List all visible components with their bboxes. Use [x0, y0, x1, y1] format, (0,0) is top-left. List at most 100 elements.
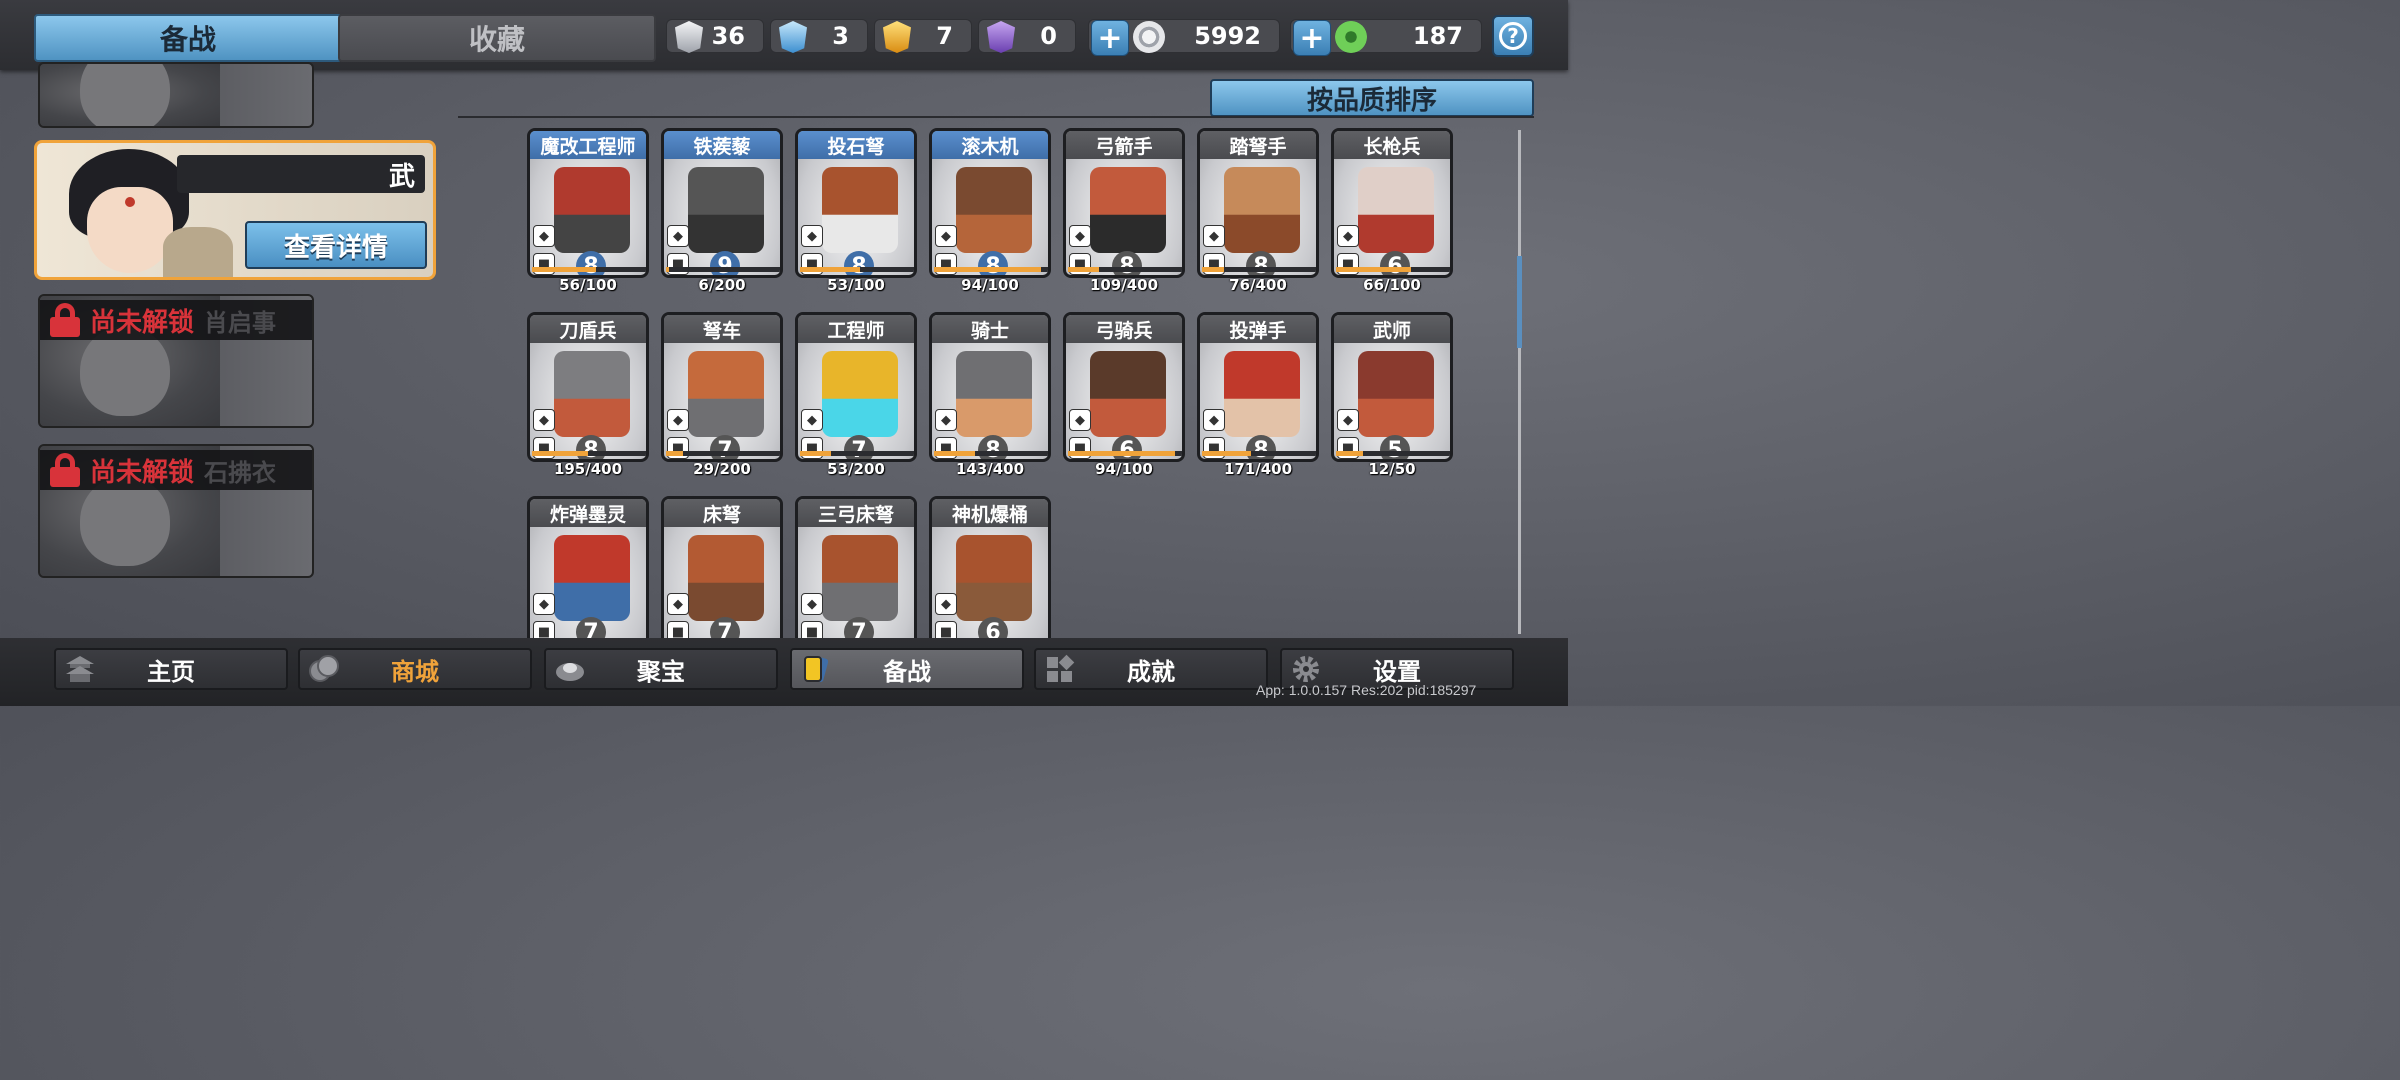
top-bar: 备战 收藏 36 3 7 0 + 5992 + 187 ? — [0, 0, 1568, 70]
unit-card[interactable]: 踏弩手 ◆ ■ 8 — [1197, 128, 1319, 278]
unit-level: 8 — [576, 435, 606, 459]
silver-gem-icon — [675, 21, 703, 53]
unit-name: 弓箭手 — [1066, 131, 1182, 159]
unit-name: 骑士 — [932, 315, 1048, 343]
sort-by-quality-button[interactable]: 按品质排序 — [1210, 79, 1534, 117]
blue-gem-icon — [779, 21, 807, 53]
unit-level: 7 — [576, 617, 606, 640]
unit-level: 6 — [978, 617, 1008, 640]
add-jade-coin-button[interactable]: + — [1293, 20, 1331, 56]
unit-portrait — [956, 535, 1032, 621]
unit-progress-bar — [666, 267, 780, 272]
unit-shard-count: 94/100 — [1095, 460, 1153, 478]
tab-collection[interactable]: 收藏 — [338, 14, 656, 62]
nav-shop[interactable]: 商城 — [298, 648, 532, 690]
card-icon — [804, 656, 829, 682]
scrollbar-track[interactable] — [1518, 130, 1521, 634]
unit-shard-count: 143/400 — [955, 460, 1025, 478]
jade-coin-icon — [1335, 21, 1367, 53]
unit-card[interactable]: 工程师 ◆ ■ 7 — [795, 312, 917, 462]
unit-portrait — [822, 167, 898, 253]
hero-card-selected[interactable]: 武 查看详情 — [34, 140, 436, 280]
unit-name: 弩车 — [664, 315, 780, 343]
unit-progress-bar — [532, 267, 646, 272]
unit-trait-icon: ◆ — [801, 593, 823, 615]
unit-name: 三弓床弩 — [798, 499, 914, 527]
unit-shard-count: 171/400 — [1223, 460, 1293, 478]
view-details-button[interactable]: 查看详情 — [245, 221, 427, 269]
help-icon: ? — [1499, 22, 1527, 50]
hero-name: 肖启事 — [204, 308, 277, 337]
unit-card[interactable]: 投弹手 ◆ ■ 8 — [1197, 312, 1319, 462]
purple-gem-counter: 0 — [978, 19, 1076, 53]
scrollbar-thumb[interactable] — [1517, 256, 1522, 348]
treasure-bowl-icon — [556, 663, 584, 681]
unit-trait-icon: ◆ — [667, 409, 689, 431]
unit-name: 武师 — [1334, 315, 1450, 343]
unit-card[interactable]: 铁蒺藜 ◆ ■ 9 — [661, 128, 783, 278]
unit-card[interactable]: 炸弹墨灵 ◆ ■ 7 — [527, 496, 649, 640]
gold-gem-counter: 7 — [874, 19, 972, 53]
nav-home[interactable]: 主页 — [54, 648, 288, 690]
unit-card[interactable]: 神机爆桶 ◆ ■ 6 — [929, 496, 1051, 640]
unit-shard-count: 76/400 — [1229, 276, 1287, 294]
unit-progress-bar — [1068, 451, 1182, 456]
hero-card-locked[interactable]: 尚未解锁 石拂衣 — [38, 444, 314, 578]
lock-bar: 尚未解锁 石拂衣 — [40, 450, 312, 490]
silver-coin-icon — [1133, 21, 1165, 53]
unit-name: 长枪兵 — [1334, 131, 1450, 159]
unit-trait-icon: ◆ — [1069, 225, 1091, 247]
unit-portrait — [554, 167, 630, 253]
gold-gem-value: 7 — [936, 22, 953, 50]
unit-trait-icon: ◆ — [1203, 409, 1225, 431]
unit-shard-count: 195/400 — [553, 460, 623, 478]
unit-card[interactable]: 弓箭手 ◆ ■ 8 — [1063, 128, 1185, 278]
hero-name-bar: 武 — [177, 155, 425, 193]
unit-trait-icon: ◆ — [533, 593, 555, 615]
tab-prep[interactable]: 备战 — [34, 14, 342, 62]
unit-progress-bar — [1202, 451, 1316, 456]
lock-bar: 尚未解锁 肖启事 — [40, 300, 312, 340]
unit-trait-icon: ◆ — [1203, 225, 1225, 247]
unit-name: 炸弹墨灵 — [530, 499, 646, 527]
nav-achievements[interactable]: 成就 — [1034, 648, 1268, 690]
unit-level: 7 — [844, 617, 874, 640]
unit-level: 8 — [1112, 251, 1142, 275]
nav-prep[interactable]: 备战 — [790, 648, 1024, 690]
unit-card[interactable]: 弩车 ◆ ■ 7 — [661, 312, 783, 462]
lock-icon — [50, 453, 80, 487]
add-silver-coin-button[interactable]: + — [1091, 20, 1129, 56]
unit-card[interactable]: 滚木机 ◆ ■ 8 — [929, 128, 1051, 278]
unit-shard-count: 56/100 — [559, 276, 617, 294]
unit-card[interactable]: 三弓床弩 ◆ ■ 7 — [795, 496, 917, 640]
divider — [458, 116, 1534, 118]
unit-portrait — [1224, 167, 1300, 253]
hero-name: 石拂衣 — [204, 458, 277, 487]
unit-trait-icon: ◆ — [801, 225, 823, 247]
unit-card[interactable]: 骑士 ◆ ■ 8 — [929, 312, 1051, 462]
unit-card[interactable]: 武师 ◆ ■ 5 — [1331, 312, 1453, 462]
unit-card[interactable]: 魔改工程师 ◆ ■ 8 — [527, 128, 649, 278]
help-button[interactable]: ? — [1492, 15, 1534, 57]
unit-level: 7 — [710, 617, 740, 640]
nav-treasure[interactable]: 聚宝 — [544, 648, 778, 690]
nav-shop-label: 商城 — [391, 657, 439, 686]
unit-progress-bar — [666, 451, 780, 456]
jade-coin-value: 187 — [1412, 22, 1463, 50]
unit-card[interactable]: 刀盾兵 ◆ ■ 8 — [527, 312, 649, 462]
unit-card[interactable]: 床弩 ◆ ■ 7 — [661, 496, 783, 640]
achievement-grid-icon — [1047, 654, 1075, 682]
unit-card[interactable]: 弓骑兵 ◆ ■ 6 — [1063, 312, 1185, 462]
unit-card[interactable]: 长枪兵 ◆ ■ 6 — [1331, 128, 1453, 278]
hero-card-top-partial[interactable] — [38, 62, 314, 128]
unit-level: 8 — [1246, 435, 1276, 459]
unit-level: 8 — [1246, 251, 1276, 275]
unit-trait-icon: ◆ — [935, 225, 957, 247]
purple-gem-value: 0 — [1040, 22, 1057, 50]
unit-card[interactable]: 投石弩 ◆ ■ 8 — [795, 128, 917, 278]
hero-card-locked[interactable]: 尚未解锁 肖启事 — [38, 294, 314, 428]
unit-shard-count: 12/50 — [1368, 460, 1416, 478]
unit-name: 刀盾兵 — [530, 315, 646, 343]
silver-gem-value: 36 — [711, 22, 745, 50]
unit-shard-count: 66/100 — [1363, 276, 1421, 294]
